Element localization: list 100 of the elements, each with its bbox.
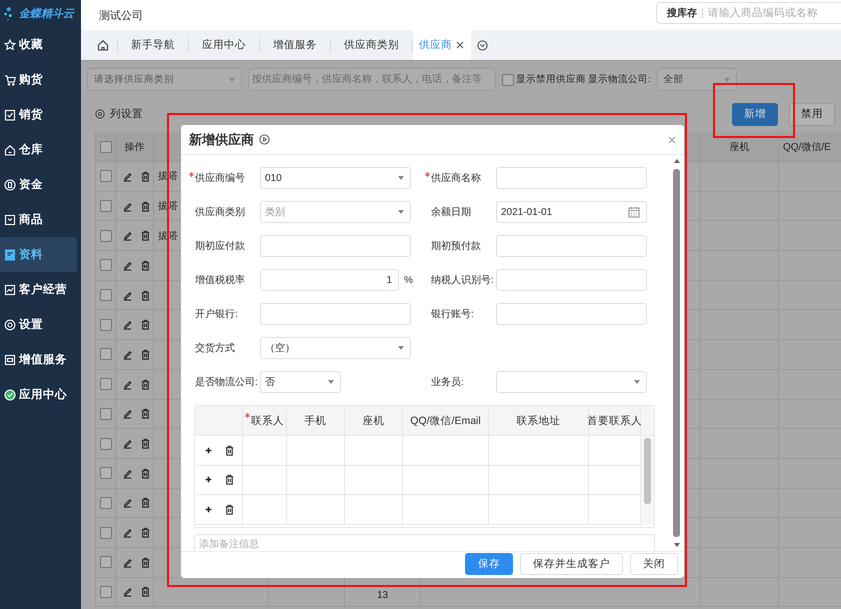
row-checkbox[interactable] (100, 289, 112, 302)
sidebar-item[interactable]: 购货 (0, 62, 77, 97)
row-checkbox[interactable] (100, 378, 112, 390)
table-cell[interactable] (403, 466, 489, 495)
sidebar-item[interactable]: 增值服务 (0, 342, 77, 377)
action-button[interactable]: 新增 (732, 102, 778, 126)
delete-icon[interactable] (140, 378, 151, 390)
table-cell[interactable] (287, 466, 345, 495)
delete-icon[interactable] (224, 474, 234, 486)
text-field[interactable] (496, 167, 647, 189)
row-checkbox[interactable] (100, 230, 112, 242)
tab[interactable]: 增值服务 (260, 30, 330, 60)
table-cell[interactable] (403, 495, 489, 524)
sidebar-item[interactable]: 仓库 (0, 132, 77, 167)
delete-icon[interactable] (140, 200, 151, 212)
edit-icon[interactable] (122, 438, 133, 450)
text-field[interactable] (496, 235, 647, 257)
delete-icon[interactable] (224, 504, 234, 515)
close-icon[interactable] (456, 41, 464, 49)
delete-icon[interactable] (140, 438, 151, 450)
select-field[interactable]: （空） (260, 337, 411, 359)
delete-icon[interactable] (140, 468, 151, 479)
edit-icon[interactable] (122, 556, 133, 568)
scroll-up-icon[interactable] (674, 159, 680, 163)
select-field[interactable]: 否 (260, 371, 341, 393)
row-checkbox[interactable] (100, 200, 112, 212)
delete-icon[interactable] (140, 497, 151, 508)
table-cell[interactable] (243, 466, 287, 495)
calendar-icon[interactable] (628, 206, 640, 218)
table-cell[interactable] (489, 466, 589, 495)
text-field[interactable] (260, 303, 411, 325)
delete-icon[interactable] (140, 319, 151, 330)
edit-icon[interactable] (122, 408, 133, 420)
table-cell[interactable] (287, 495, 345, 524)
row-checkbox[interactable] (100, 526, 112, 539)
delete-icon[interactable] (140, 290, 151, 301)
edit-icon[interactable] (122, 290, 133, 301)
edit-icon[interactable] (122, 260, 133, 271)
table-cell[interactable] (489, 495, 589, 524)
sidebar-item[interactable]: 商品 (0, 202, 77, 237)
edit-icon[interactable] (122, 378, 133, 390)
table-cell[interactable] (345, 436, 403, 466)
row-checkbox[interactable] (100, 348, 112, 360)
sidebar-item[interactable]: 销货 (0, 97, 77, 132)
select-field[interactable] (496, 371, 647, 393)
delete-icon[interactable] (224, 444, 234, 456)
delete-icon[interactable] (140, 260, 151, 271)
edit-icon[interactable] (122, 348, 133, 360)
logistics-select[interactable]: 全部 (656, 68, 737, 91)
chevron-circle-icon[interactable] (477, 40, 488, 50)
remark-field[interactable]: 添加备注信息 (194, 534, 655, 551)
delete-icon[interactable] (140, 170, 151, 182)
table-cell[interactable] (345, 495, 403, 524)
delete-icon[interactable] (140, 586, 151, 598)
checkbox[interactable] (502, 74, 514, 86)
row-checkbox[interactable] (100, 556, 112, 568)
delete-icon[interactable] (140, 348, 151, 360)
supplier-search-field[interactable]: 按供应商编号，供应商名称，联系人，电话，备注等 (248, 68, 496, 91)
edit-icon[interactable] (122, 230, 133, 242)
text-field[interactable] (496, 303, 647, 325)
play-circle-icon[interactable] (259, 134, 270, 145)
table-cell[interactable] (287, 436, 345, 466)
table-cell[interactable] (243, 495, 287, 524)
sidebar-item[interactable]: 收藏 (0, 27, 77, 62)
date-field[interactable]: 2021-01-01 (496, 201, 647, 223)
edit-icon[interactable] (122, 200, 133, 212)
edit-icon[interactable] (122, 527, 133, 538)
sidebar-item[interactable]: 设置 (0, 307, 77, 342)
tab[interactable]: 应用中心 (189, 30, 259, 60)
row-checkbox[interactable] (100, 467, 112, 480)
text-field[interactable] (496, 269, 647, 291)
dialog-button[interactable]: 保存并生成客户 (520, 553, 623, 575)
scrollbar[interactable] (641, 436, 654, 524)
select-all-checkbox[interactable] (100, 140, 112, 152)
row-checkbox[interactable] (100, 408, 112, 420)
table-cell[interactable] (489, 436, 589, 466)
row-checkbox[interactable] (100, 496, 112, 509)
sidebar-item[interactable]: 资料 (0, 237, 77, 272)
edit-icon[interactable] (122, 586, 133, 598)
delete-icon[interactable] (140, 556, 151, 568)
dialog-button[interactable]: 关闭 (630, 553, 678, 575)
tab[interactable]: 供应商类别 (331, 30, 412, 60)
tax-rate-field[interactable]: 1 (260, 269, 399, 291)
scroll-down-icon[interactable] (674, 543, 680, 547)
table-cell[interactable] (403, 436, 489, 466)
row-checkbox[interactable] (100, 318, 112, 331)
row-checkbox[interactable] (100, 259, 112, 272)
sidebar-item[interactable]: 客户经营 (0, 272, 77, 307)
sidebar-item[interactable]: 应用中心 (0, 377, 77, 412)
table-cell[interactable] (345, 466, 403, 495)
delete-icon[interactable] (140, 408, 151, 420)
edit-icon[interactable] (122, 468, 133, 479)
row-checkbox[interactable] (100, 438, 112, 450)
edit-icon[interactable] (122, 497, 133, 508)
home-icon[interactable] (97, 39, 109, 51)
settings-icon[interactable] (95, 109, 105, 119)
delete-icon[interactable] (140, 230, 151, 242)
tab[interactable]: 新手导航 (118, 30, 188, 60)
row-checkbox[interactable] (100, 586, 112, 598)
row-checkbox[interactable] (100, 170, 112, 182)
